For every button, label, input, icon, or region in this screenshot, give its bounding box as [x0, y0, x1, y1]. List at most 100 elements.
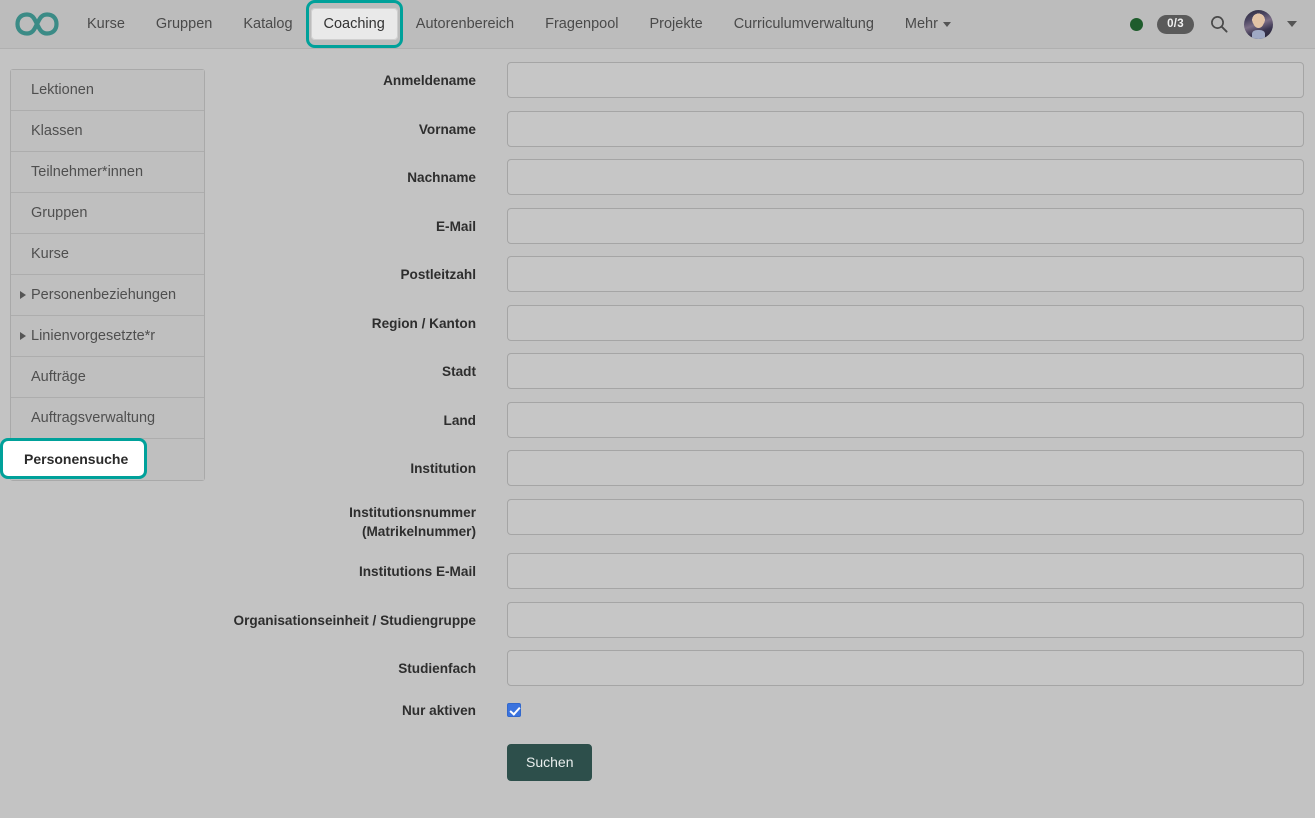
form-row-anmeldename: Anmeldename	[215, 62, 1305, 98]
field-label: Institutions E-Mail	[215, 553, 476, 581]
field-label: Postleitzahl	[215, 256, 476, 284]
sidebar-item-label: Auftragsverwaltung	[31, 410, 155, 426]
field-wrapper	[476, 111, 1305, 147]
nav-item-katalog[interactable]: Katalog	[230, 8, 305, 40]
sidebar-item-lektionen[interactable]: Lektionen	[11, 70, 204, 111]
nav-item-fragenpool[interactable]: Fragenpool	[532, 8, 631, 40]
sidebar-item-label: Kurse	[31, 246, 69, 262]
form-row-stadt: Stadt	[215, 353, 1305, 389]
field-wrapper	[476, 402, 1305, 438]
institution-input[interactable]	[507, 450, 1304, 486]
nav-item-gruppen[interactable]: Gruppen	[143, 8, 225, 40]
sidebar-item-label: Lektionen	[31, 82, 94, 98]
infinity-logo-icon[interactable]	[14, 1, 60, 47]
top-navigation-bar: Kurse Gruppen Katalog Coaching Autorenbe…	[0, 0, 1315, 49]
person-search-form: Anmeldename Vorname Nachname E-Mail Post…	[215, 62, 1305, 781]
stadt-input[interactable]	[507, 353, 1304, 389]
progress-count-badge[interactable]: 0/3	[1157, 15, 1194, 34]
field-label: Institution	[215, 450, 476, 478]
sidebar-item-label: Gruppen	[31, 205, 87, 221]
search-submit-button[interactable]: Suchen	[507, 744, 592, 781]
postleitzahl-input[interactable]	[507, 256, 1304, 292]
field-label-line1: Institutionsnummer	[215, 503, 476, 522]
form-row-studienfach: Studienfach	[215, 650, 1305, 686]
sidebar-item-personenbeziehungen[interactable]: Personenbeziehungen	[11, 275, 204, 316]
search-icon[interactable]	[1208, 13, 1230, 35]
vorname-input[interactable]	[507, 111, 1304, 147]
nachname-input[interactable]	[507, 159, 1304, 195]
form-row-institutions-email: Institutions E-Mail	[215, 553, 1305, 589]
avatar[interactable]	[1244, 10, 1273, 39]
sidebar-item-personensuche[interactable]: Personensuche	[11, 439, 204, 480]
region-kanton-input[interactable]	[507, 305, 1304, 341]
field-wrapper	[476, 650, 1305, 686]
form-row-institutionsnummer: Institutionsnummer (Matrikelnummer)	[215, 499, 1305, 541]
sidebar-item-label: Teilnehmer*innen	[31, 164, 143, 180]
sidebar-item-klassen[interactable]: Klassen	[11, 111, 204, 152]
institutions-email-input[interactable]	[507, 553, 1304, 589]
nav-item-mehr-label: Mehr	[905, 16, 938, 32]
field-label: Nachname	[215, 159, 476, 187]
sidebar-item-label: Personenbeziehungen	[31, 287, 176, 303]
field-label: Region / Kanton	[215, 305, 476, 333]
field-wrapper	[476, 450, 1305, 486]
form-row-nachname: Nachname	[215, 159, 1305, 195]
form-row-region-kanton: Region / Kanton	[215, 305, 1305, 341]
sidebar-item-label: Linienvorgesetzte*r	[31, 328, 155, 344]
sidebar-item-teilnehmerinnen[interactable]: Teilnehmer*innen	[11, 152, 204, 193]
email-input[interactable]	[507, 208, 1304, 244]
form-row-nur-aktiven: Nur aktiven	[215, 699, 1305, 729]
field-wrapper	[476, 305, 1305, 341]
field-wrapper	[476, 62, 1305, 98]
field-wrapper	[476, 699, 1305, 720]
header-actions: 0/3	[1130, 10, 1301, 39]
anmeldename-input[interactable]	[507, 62, 1304, 98]
form-row-email: E-Mail	[215, 208, 1305, 244]
sidebar-item-auftraege[interactable]: Aufträge	[11, 357, 204, 398]
institutionsnummer-input[interactable]	[507, 499, 1304, 535]
field-label: Anmeldename	[215, 62, 476, 90]
field-label: Stadt	[215, 353, 476, 381]
form-row-submit: Suchen	[215, 744, 1305, 781]
field-wrapper	[476, 159, 1305, 195]
nav-item-coaching[interactable]: Coaching	[311, 8, 398, 40]
field-wrapper	[476, 553, 1305, 589]
field-wrapper	[476, 602, 1305, 638]
sidebar-item-linienvorgesetzte[interactable]: Linienvorgesetzte*r	[11, 316, 204, 357]
nur-aktiven-checkbox[interactable]	[507, 703, 521, 717]
form-row-organisationseinheit: Organisationseinheit / Studiengruppe	[215, 602, 1305, 638]
nav-item-curriculumverwaltung[interactable]: Curriculumverwaltung	[721, 8, 887, 40]
land-input[interactable]	[507, 402, 1304, 438]
expand-triangle-icon	[20, 332, 26, 340]
nav-item-mehr[interactable]: Mehr	[892, 8, 964, 40]
form-row-postleitzahl: Postleitzahl	[215, 256, 1305, 292]
field-label: Organisationseinheit / Studiengruppe	[215, 602, 476, 630]
online-status-dot	[1130, 18, 1143, 31]
user-menu-chevron-down-icon[interactable]	[1287, 21, 1297, 27]
sidebar-menu: Lektionen Klassen Teilnehmer*innen Grupp…	[10, 69, 205, 481]
field-wrapper	[476, 499, 1305, 535]
sidebar-item-label: Klassen	[31, 123, 83, 139]
nav-item-autorenbereich[interactable]: Autorenbereich	[403, 8, 527, 40]
field-label: Institutionsnummer (Matrikelnummer)	[215, 499, 476, 541]
sidebar-item-gruppen[interactable]: Gruppen	[11, 193, 204, 234]
sidebar-item-auftragsverwaltung[interactable]: Auftragsverwaltung	[11, 398, 204, 439]
field-wrapper	[476, 208, 1305, 244]
form-row-institution: Institution	[215, 450, 1305, 486]
field-label: Land	[215, 402, 476, 430]
nav-item-kurse[interactable]: Kurse	[74, 8, 138, 40]
field-label: Vorname	[215, 111, 476, 139]
field-wrapper	[476, 353, 1305, 389]
form-row-vorname: Vorname	[215, 111, 1305, 147]
organisationseinheit-input[interactable]	[507, 602, 1304, 638]
studienfach-input[interactable]	[507, 650, 1304, 686]
form-row-land: Land	[215, 402, 1305, 438]
field-label: Nur aktiven	[215, 699, 476, 720]
field-label: Studienfach	[215, 650, 476, 678]
expand-triangle-icon	[20, 291, 26, 299]
nav-item-projekte[interactable]: Projekte	[636, 8, 715, 40]
sidebar-item-label: Aufträge	[31, 369, 86, 385]
main-nav: Kurse Gruppen Katalog Coaching Autorenbe…	[74, 0, 1130, 49]
submit-spacer	[215, 744, 476, 781]
sidebar-item-kurse[interactable]: Kurse	[11, 234, 204, 275]
